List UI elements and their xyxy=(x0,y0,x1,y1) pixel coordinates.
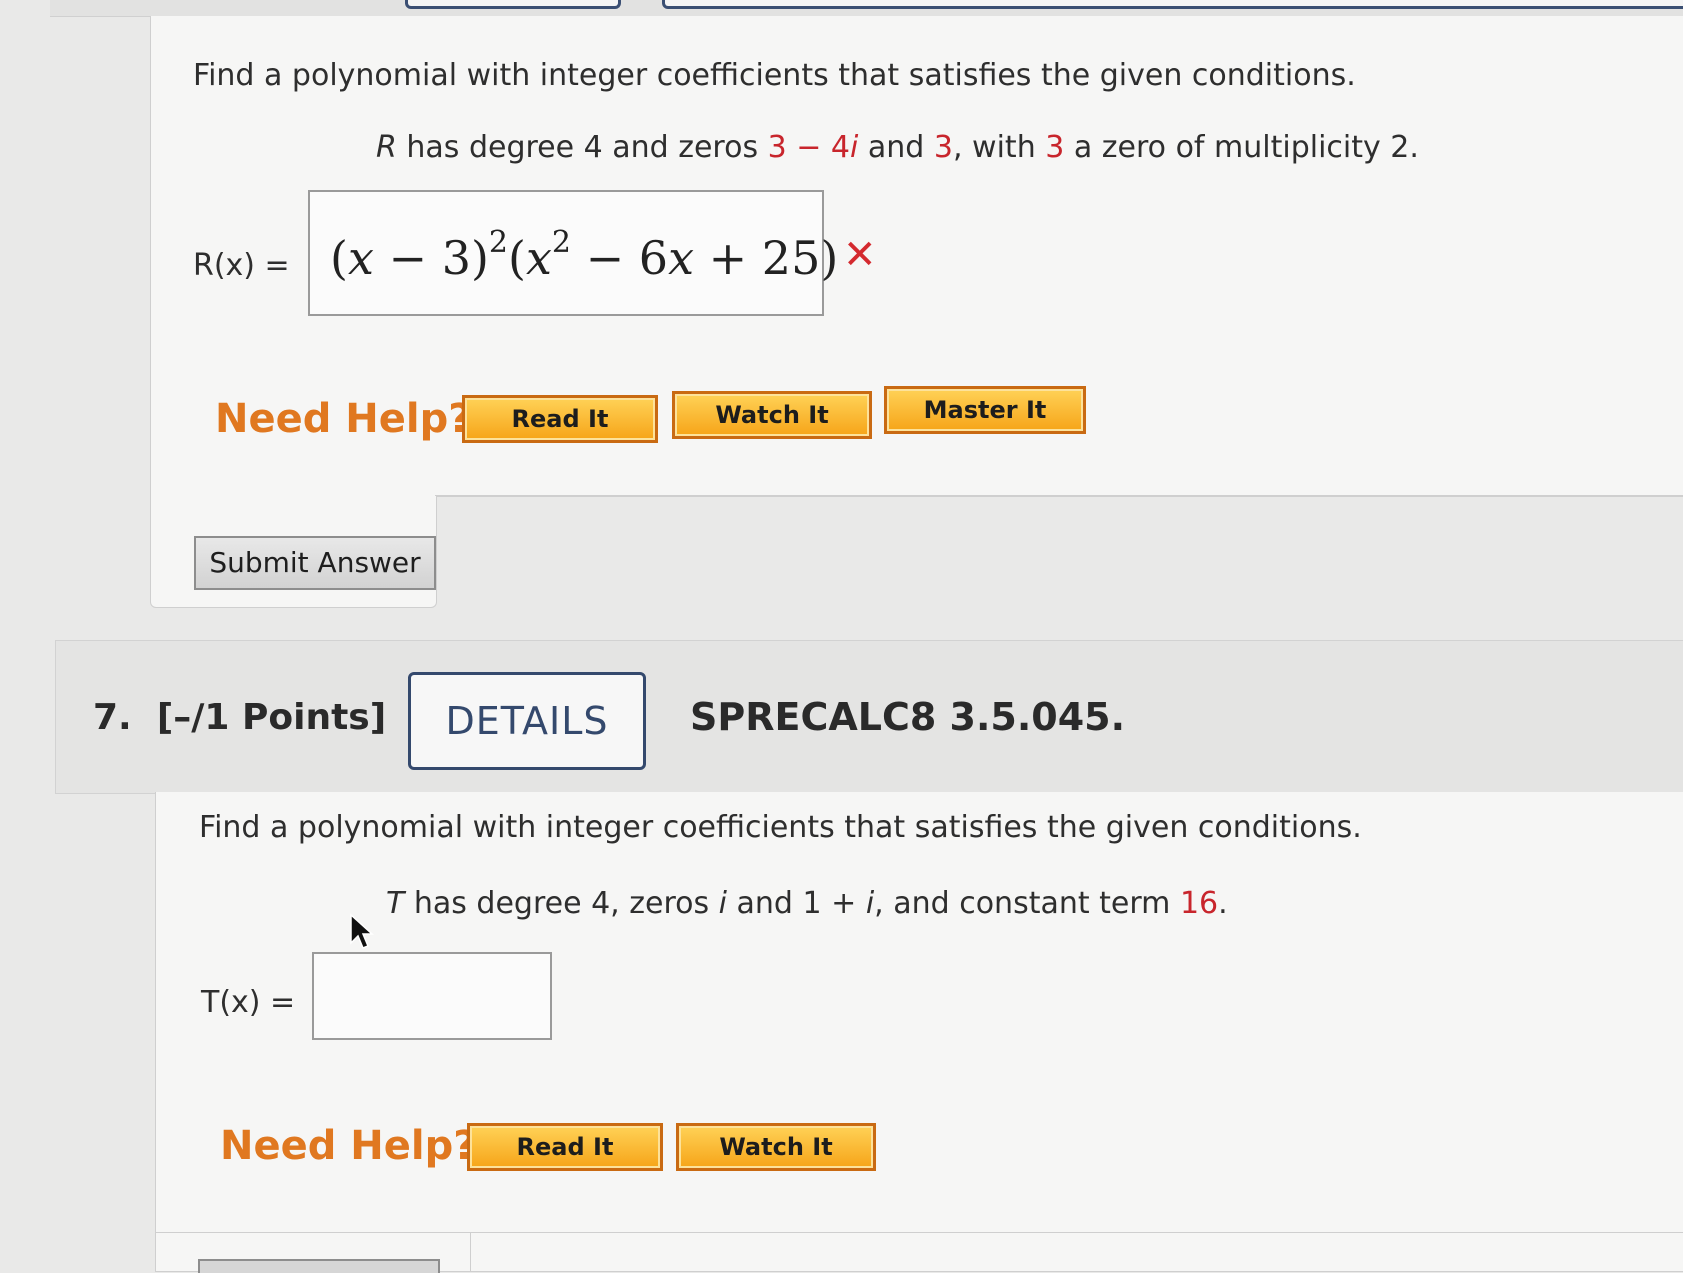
top-tab-right[interactable] xyxy=(662,0,1683,9)
watch-it-button-2[interactable]: Watch It xyxy=(676,1123,876,1171)
divider-3 xyxy=(470,1232,471,1271)
question-7-points: 7. [–/1 Points] xyxy=(93,697,387,738)
top-bar xyxy=(50,0,1683,17)
question-7-condition: T has degree 4, zeros i and 1 + i, and c… xyxy=(386,886,1228,921)
need-help-label-2: Need Help? xyxy=(220,1123,477,1169)
master-it-button[interactable]: Master It xyxy=(884,386,1086,434)
question-7-code: SPRECALC8 3.5.045. xyxy=(690,695,1126,739)
read-it-button-2[interactable]: Read It xyxy=(467,1123,663,1171)
mouse-pointer-icon xyxy=(350,913,374,949)
r-function-label: R(x) = xyxy=(193,248,290,283)
divider xyxy=(435,495,1683,496)
read-it-button[interactable]: Read It xyxy=(462,395,658,443)
watch-it-button[interactable]: Watch It xyxy=(672,391,872,439)
question-6-condition: R has degree 4 and zeros 3 − 4i and 3, w… xyxy=(376,130,1419,165)
need-help-label: Need Help? xyxy=(215,396,472,442)
r-answer-expression: (x − 3)2(x2 − 6x + 25) xyxy=(330,225,839,285)
submit-answer-button[interactable]: Submit Answer xyxy=(194,536,436,590)
top-tab-left[interactable] xyxy=(405,0,621,9)
question-7-prompt: Find a polynomial with integer coefficie… xyxy=(199,810,1362,845)
question-6-prompt: Find a polynomial with integer coefficie… xyxy=(193,58,1356,93)
t-answer-field[interactable] xyxy=(312,952,552,1040)
divider-2 xyxy=(155,1232,1683,1233)
incorrect-x-icon: ✕ xyxy=(843,232,877,278)
t-function-label: T(x) = xyxy=(201,985,296,1020)
details-button[interactable]: DETAILS xyxy=(408,672,646,770)
